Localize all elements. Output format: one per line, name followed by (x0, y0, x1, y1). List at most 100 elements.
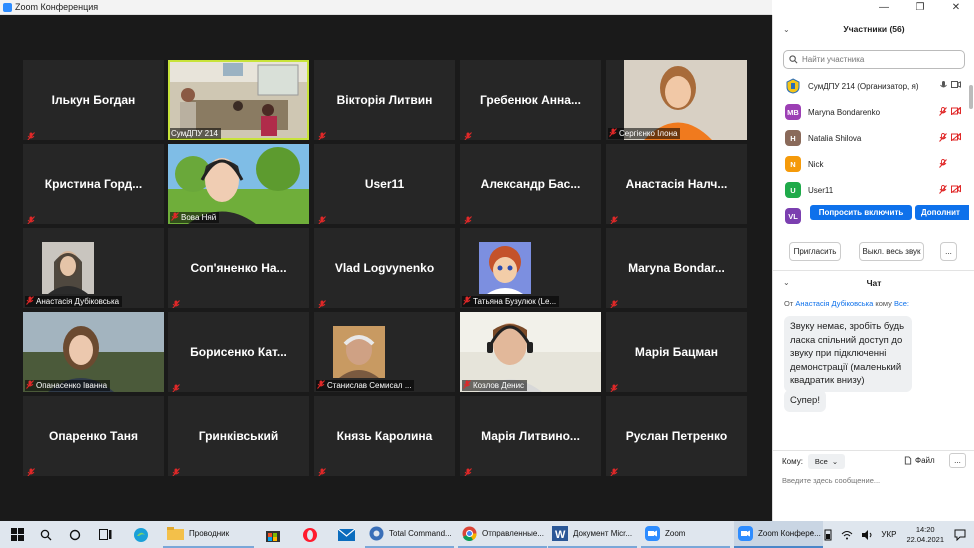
taskbar-app-explorer[interactable]: Проводник (163, 521, 254, 548)
participant-row[interactable]: H Natalia Shilova (773, 125, 969, 151)
chat-compose: Кому: Все ⌄ Файл ... (773, 450, 974, 521)
participant-row[interactable]: U User11 (773, 177, 969, 203)
wifi-icon[interactable] (841, 530, 853, 540)
mic-muted-icon[interactable] (939, 106, 947, 118)
panel-divider (773, 270, 974, 271)
total-commander-icon (369, 526, 384, 541)
participant-label: Опанасенко Іванна (25, 380, 111, 391)
video-tile[interactable]: Вікторія Литвин (314, 60, 455, 140)
close-icon[interactable]: ✕ (938, 0, 974, 15)
avatar: VL (785, 208, 801, 224)
task-view-icon[interactable] (90, 521, 120, 548)
participant-scrollbar[interactable] (969, 85, 973, 109)
video-tile[interactable]: Руслан Петренко (606, 396, 747, 476)
taskbar: Проводник Total Command... Отправленные.… (0, 521, 974, 548)
chat-sender[interactable]: Анастасія Дубіковська (795, 299, 873, 308)
participant-label: Сергієнко Ілона (608, 128, 681, 139)
video-tile[interactable]: Vlad Logvynenko (314, 228, 455, 308)
video-tile[interactable]: Гребенюк Анна... (460, 60, 601, 140)
participant-row[interactable]: N Nick (773, 151, 969, 177)
chat-from-prefix: От (784, 299, 794, 308)
search-input[interactable] (802, 55, 952, 64)
participant-name: Соп'яненко На... (190, 261, 287, 275)
video-tile[interactable]: Кристина Горд... (23, 144, 164, 224)
cortana-icon[interactable] (60, 521, 90, 548)
participant-more-button[interactable]: Дополнит (915, 205, 969, 220)
video-tile[interactable]: Станислав Семисал ... (314, 312, 455, 392)
video-tile[interactable]: Анастасія Дубіковська (23, 228, 164, 308)
maximize-icon[interactable]: ❐ (902, 0, 938, 15)
chat-more-button[interactable]: ... (949, 453, 966, 468)
video-tile[interactable]: Сергієнко Ілона (606, 60, 747, 140)
camera-off-icon[interactable] (950, 184, 962, 196)
mute-all-button[interactable]: Выкл. весь звук (859, 242, 924, 261)
participant-name: Марія Бацман (634, 345, 719, 359)
video-tile[interactable]: Князь Каролина (314, 396, 455, 476)
participant-label-text: Сергієнко Ілона (619, 129, 678, 138)
video-tile[interactable]: Maryna Bondar... (606, 228, 747, 308)
word-icon: W (552, 526, 568, 541)
video-tile[interactable]: Александр Бас... (460, 144, 601, 224)
clock[interactable]: 14:20 22.04.2021 (906, 525, 944, 545)
file-button[interactable]: Файл (904, 456, 935, 465)
video-tile[interactable]: Опаренко Таня (23, 396, 164, 476)
video-tile[interactable]: Татьяна Бузулюк (Le... (460, 228, 601, 308)
battery-icon[interactable] (823, 529, 833, 541)
participant-name: Vlad Logvynenko (334, 261, 435, 275)
video-tile[interactable]: Опанасенко Іванна (23, 312, 164, 392)
participant-name: Александр Бас... (480, 177, 581, 191)
video-tile[interactable]: Вова Няй (168, 144, 309, 224)
participant-search[interactable] (783, 50, 965, 69)
mic-muted-icon[interactable] (939, 158, 947, 170)
participants-more-button[interactable]: ... (940, 242, 957, 261)
participant-label-text: Станислав Семисал ... (327, 381, 412, 390)
participant-row[interactable]: MB Maryna Bondarenko (773, 99, 969, 125)
mic-muted-icon (27, 464, 35, 476)
taskbar-app-word[interactable]: W Документ Micr... (548, 521, 637, 548)
video-tile[interactable]: User11 (314, 144, 455, 224)
search-icon[interactable] (31, 521, 61, 548)
mic-muted-icon (318, 128, 326, 140)
notifications-icon[interactable] (954, 529, 966, 541)
chat-input[interactable] (782, 476, 967, 485)
video-tile[interactable]: Соп'яненко На... (168, 228, 309, 308)
taskbar-app-label: Total Command... (389, 529, 452, 538)
participant-name: Борисенко Кат... (190, 345, 287, 359)
video-tile[interactable]: Анастасія Налч... (606, 144, 747, 224)
video-tile[interactable]: Козлов Денис (460, 312, 601, 392)
mic-muted-icon[interactable] (939, 184, 947, 196)
video-tile[interactable]: Марія Литвино... (460, 396, 601, 476)
taskbar-app-chrome[interactable]: Отправленные... (458, 521, 547, 548)
camera-off-icon[interactable] (950, 106, 962, 118)
mic-muted-icon[interactable] (939, 132, 947, 144)
participant-row[interactable]: СумДПУ 214 (Организатор, я) (773, 73, 969, 99)
camera-icon[interactable] (951, 80, 961, 92)
mic-muted-icon (463, 380, 471, 391)
windows-start-icon[interactable] (2, 521, 32, 548)
invite-button[interactable]: Пригласить (789, 242, 841, 261)
mic-muted-icon (27, 128, 35, 140)
chat-recipient-select[interactable]: Все ⌄ (808, 454, 845, 469)
video-tile[interactable]: Гринківський (168, 396, 309, 476)
volume-icon[interactable] (861, 529, 873, 540)
participant-label-text: Анастасія Дубіковська (36, 297, 120, 306)
video-tile[interactable]: СумДПУ 214 (168, 60, 309, 140)
participant-actions: Пригласить Выкл. весь звук ... (773, 242, 974, 262)
mail-icon[interactable] (331, 521, 361, 548)
taskbar-app-zoom[interactable]: Zoom (641, 521, 730, 548)
video-tile[interactable]: Ількун Богдан (23, 60, 164, 140)
taskbar-app-total-commander[interactable]: Total Command... (365, 521, 454, 548)
video-tile[interactable]: Марія Бацман (606, 312, 747, 392)
camera-off-icon[interactable] (950, 132, 962, 144)
minimize-icon[interactable]: — (866, 0, 902, 15)
mic-icon[interactable] (940, 80, 947, 92)
participant-row[interactable]: VL Попросить включить Дополнит (773, 203, 969, 229)
chevron-up-icon[interactable]: ⌃ (809, 530, 816, 539)
mic-muted-icon (464, 212, 472, 224)
ask-to-unmute-button[interactable]: Попросить включить (810, 205, 912, 220)
opera-icon[interactable] (295, 521, 325, 548)
language-indicator[interactable]: УКР (881, 530, 896, 539)
edge-icon[interactable] (126, 521, 156, 548)
store-icon[interactable] (258, 521, 288, 548)
video-tile[interactable]: Борисенко Кат... (168, 312, 309, 392)
